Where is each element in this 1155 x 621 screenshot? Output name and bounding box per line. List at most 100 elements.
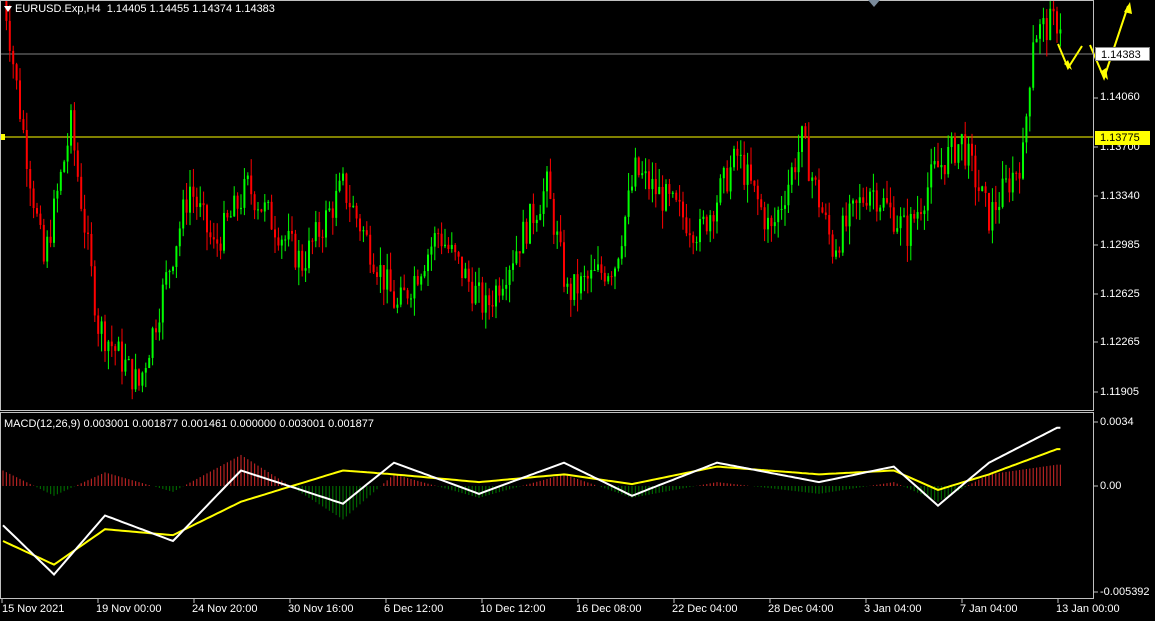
candle-body [1056, 11, 1058, 34]
candle-body [926, 187, 929, 211]
candle-body [569, 283, 572, 300]
chart-canvas[interactable] [0, 0, 1155, 621]
candle-body [311, 240, 314, 242]
candle-body [481, 282, 484, 313]
candle-body [172, 266, 174, 271]
candle-body [260, 209, 263, 212]
candle-body [495, 285, 497, 307]
candle-body [610, 276, 613, 278]
candle-body [593, 269, 596, 271]
candle-body [552, 198, 555, 235]
candle-body [144, 368, 147, 373]
candle-body [998, 206, 1001, 211]
candle-body [226, 212, 229, 218]
candle-body [729, 167, 732, 192]
candle-body [943, 165, 946, 175]
candle-body [467, 268, 470, 282]
candle-body [831, 234, 834, 257]
candle-body [454, 244, 457, 253]
candle-body [189, 186, 191, 213]
candle-body [233, 195, 236, 217]
candle-body [756, 185, 759, 200]
candle-body [161, 284, 164, 323]
candle-body [858, 197, 861, 204]
candle-body [549, 171, 552, 199]
candle-body [413, 276, 416, 299]
candle-body [787, 184, 790, 206]
candle-body [372, 264, 375, 273]
macd-axis-label: 0.0034 [1100, 416, 1134, 428]
candle-body [1035, 38, 1038, 43]
candle-body [634, 157, 637, 187]
candle-body [1015, 172, 1018, 174]
candle-body [736, 148, 739, 156]
candle-body [835, 250, 837, 257]
candle-body [32, 188, 35, 209]
candle-body [821, 207, 824, 213]
candle-body [1028, 87, 1031, 117]
candle-body [940, 165, 943, 168]
candle-body [896, 228, 899, 232]
candle-body [532, 203, 535, 224]
candle-body [1011, 172, 1014, 193]
candle-body [100, 321, 103, 334]
level-price-tag[interactable]: 1.13775 [1095, 131, 1150, 145]
candle-body [984, 186, 987, 193]
candle-body [1045, 18, 1048, 41]
candle-body [906, 215, 909, 246]
candle-body [512, 263, 514, 270]
candle-body [1042, 18, 1045, 25]
candle-body [913, 213, 916, 219]
candle-body [882, 198, 885, 208]
candle-body [110, 341, 113, 347]
candle-body [39, 213, 42, 225]
candle-body [141, 372, 144, 386]
candle-body [53, 198, 55, 243]
candle-body [624, 216, 627, 247]
macd-header: MACD(12,26,9) 0.003001 0.001877 0.001461… [4, 418, 375, 430]
candle-body [838, 250, 841, 253]
candle-body [770, 217, 773, 227]
candle-body [947, 146, 950, 175]
candle-body [790, 167, 793, 185]
time-axis-label: 6 Dec 12:00 [384, 603, 444, 615]
candle-body [994, 202, 997, 211]
candle-body [702, 216, 705, 220]
time-axis-label: 16 Dec 08:00 [576, 603, 642, 615]
time-axis-label: 7 Jan 04:00 [960, 603, 1018, 615]
candle-body [600, 264, 603, 273]
candle-body [393, 291, 395, 308]
candle-body [379, 265, 382, 277]
candle-body [960, 134, 963, 145]
candle-body [175, 246, 178, 267]
candle-body [886, 198, 888, 203]
candle-body [284, 239, 287, 241]
candle-body [46, 236, 49, 262]
candle-body [240, 207, 242, 209]
candle-body [607, 276, 610, 282]
candle-body [733, 148, 735, 168]
candle-body [518, 251, 521, 254]
candle-body [134, 369, 137, 390]
candle-body [678, 199, 681, 202]
candle-body [974, 155, 977, 188]
candle-body [236, 195, 239, 209]
candle-body [753, 180, 756, 186]
candle-body [658, 186, 661, 195]
candle-body [505, 284, 508, 289]
candle-body [559, 231, 562, 243]
time-axis-label: 15 Nov 2021 [2, 603, 65, 615]
candle-body [178, 228, 181, 247]
candle-body [321, 236, 324, 238]
candle-body [70, 110, 72, 146]
dropdown-triangle-icon[interactable] [4, 6, 12, 13]
candle-body [430, 246, 433, 255]
candle-body [165, 272, 168, 285]
candle-body [1025, 116, 1028, 143]
candle-body [892, 207, 895, 232]
candle-body [865, 202, 868, 206]
candle-body [294, 233, 297, 268]
candle-body [988, 192, 990, 231]
candle-body [862, 197, 865, 203]
candle-body [648, 171, 650, 190]
